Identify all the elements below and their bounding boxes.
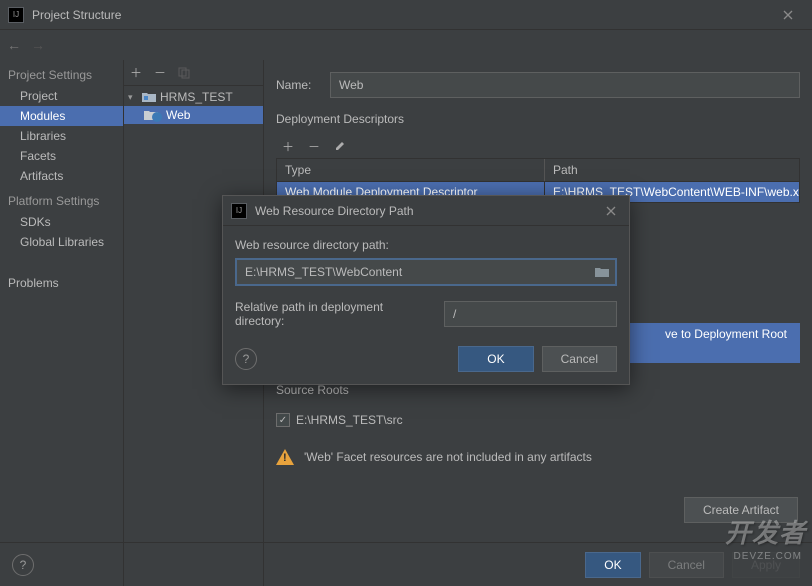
dialog-path-input-wrap [235, 258, 617, 286]
sidebar-item-sdks[interactable]: SDKs [0, 212, 123, 232]
sidebar-item-facets[interactable]: Facets [0, 146, 123, 166]
name-label: Name: [276, 78, 318, 92]
globe-icon [152, 112, 162, 122]
deployment-descriptors-heading: Deployment Descriptors [276, 112, 800, 126]
dialog-label-path: Web resource directory path: [235, 238, 617, 252]
dialog-relative-input[interactable] [444, 301, 617, 327]
sidebar-item-artifacts[interactable]: Artifacts [0, 166, 123, 186]
source-roots-heading: Source Roots [276, 383, 800, 397]
sidebar: Project Settings Project Modules Librari… [0, 60, 124, 586]
nav-toolbar: ← → [0, 30, 812, 60]
remove-descriptor-icon[interactable]: － [306, 138, 322, 154]
sidebar-item-global-libraries[interactable]: Global Libraries [0, 232, 123, 252]
source-root-row[interactable]: ✓ E:\HRMS_TEST\src [276, 405, 800, 435]
app-icon: IJ [8, 7, 24, 23]
dialog-path-input[interactable] [237, 260, 595, 284]
browse-folder-icon[interactable] [595, 266, 609, 278]
sidebar-item-libraries[interactable]: Libraries [0, 126, 123, 146]
tree-facet-label: Web [166, 108, 190, 122]
warning-icon [276, 449, 294, 465]
name-input[interactable] [330, 72, 800, 98]
forward-icon[interactable]: → [28, 35, 48, 55]
sidebar-item-problems[interactable]: Problems [0, 266, 123, 293]
dialog-title: Web Resource Directory Path [255, 204, 601, 218]
tree-module-label: HRMS_TEST [160, 90, 233, 104]
add-descriptor-icon[interactable]: ＋ [280, 138, 296, 154]
col-path[interactable]: Path [545, 159, 799, 181]
close-icon[interactable] [772, 3, 804, 27]
module-toolbar: ＋ － [124, 60, 263, 86]
dialog-web-resource-path: IJ Web Resource Directory Path Web resou… [222, 195, 630, 385]
copy-icon[interactable] [176, 65, 192, 81]
cancel-button[interactable]: Cancel [649, 552, 724, 578]
bottom-bar: ? OK Cancel Apply [0, 542, 812, 586]
tree-facet-web[interactable]: Web [124, 106, 263, 124]
remove-icon[interactable]: － [152, 65, 168, 81]
dialog-cancel-button[interactable]: Cancel [542, 346, 617, 372]
dialog-close-icon[interactable] [601, 199, 621, 223]
dialog-app-icon: IJ [231, 203, 247, 219]
dialog-label-relative: Relative path in deployment directory: [235, 300, 434, 328]
module-tree: ▾ HRMS_TEST Web [124, 86, 263, 124]
dialog-help-icon[interactable]: ? [235, 348, 257, 370]
dialog-titlebar: IJ Web Resource Directory Path [223, 196, 629, 226]
edit-descriptor-icon[interactable] [332, 138, 348, 154]
source-root-path: E:\HRMS_TEST\src [296, 413, 403, 427]
checkbox-icon[interactable]: ✓ [276, 413, 290, 427]
col-type[interactable]: Type [277, 159, 545, 181]
create-artifact-button[interactable]: Create Artifact [684, 497, 798, 523]
sidebar-item-project[interactable]: Project [0, 86, 123, 106]
sidebar-item-modules[interactable]: Modules [0, 106, 123, 126]
add-icon[interactable]: ＋ [128, 65, 144, 81]
warning-text: 'Web' Facet resources are not included i… [304, 450, 592, 464]
window-title: Project Structure [32, 8, 772, 22]
sidebar-heading-platform: Platform Settings [0, 190, 123, 212]
table-header: Type Path [277, 159, 799, 182]
caret-down-icon: ▾ [128, 92, 138, 103]
sidebar-heading-project: Project Settings [0, 64, 123, 86]
folder-icon [142, 91, 156, 103]
back-icon[interactable]: ← [4, 35, 24, 55]
apply-button[interactable]: Apply [732, 552, 800, 578]
dialog-ok-button[interactable]: OK [458, 346, 533, 372]
titlebar: IJ Project Structure [0, 0, 812, 30]
tree-module[interactable]: ▾ HRMS_TEST [124, 88, 263, 106]
ok-button[interactable]: OK [585, 552, 640, 578]
help-icon[interactable]: ? [12, 554, 34, 576]
descriptors-toolbar: ＋ － [276, 134, 800, 158]
